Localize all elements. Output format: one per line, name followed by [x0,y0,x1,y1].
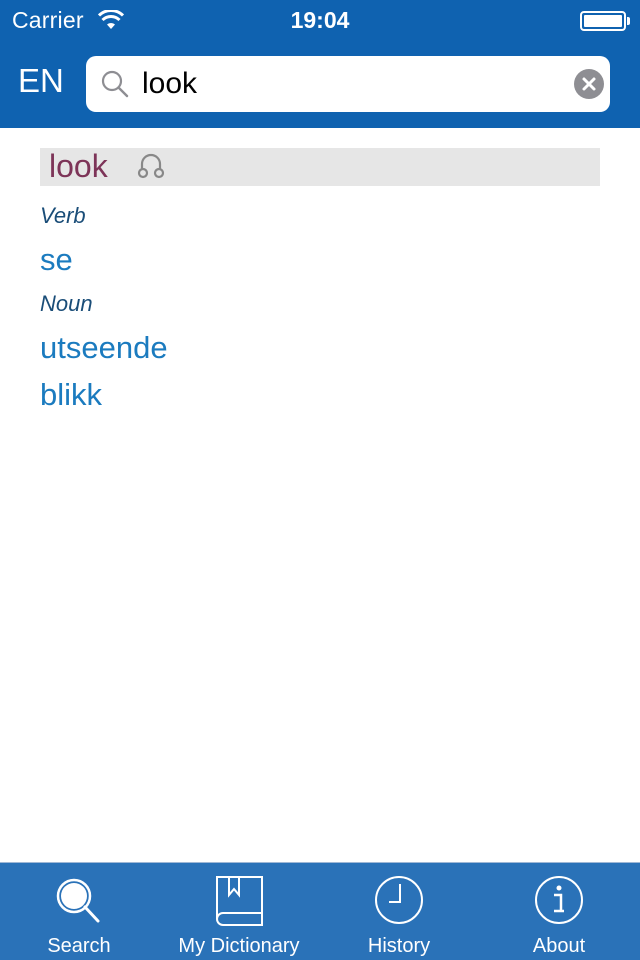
translation-link[interactable]: utseende [40,330,168,366]
entry-header: look [40,148,600,186]
clear-search-button[interactable] [574,69,604,99]
part-of-speech-label: Verb [40,203,86,228]
battery-nub [627,17,630,25]
search-icon [56,878,100,923]
clear-circle-x-icon [582,77,596,91]
tab-label: About [532,935,586,957]
tab-label: History [367,935,431,957]
headphones-icon[interactable] [137,152,165,180]
status-time: 19:04 [290,7,350,33]
search-field[interactable] [86,56,610,112]
translation-link[interactable]: se [40,242,73,278]
tab-label: Search [47,935,111,957]
tab-bar: Search My Dictionary History About [0,862,640,960]
tab-about[interactable]: About [499,863,619,960]
tab-history[interactable]: History [339,863,459,960]
headword: look [49,148,108,184]
part-of-speech-label: Noun [40,291,93,316]
info-icon [535,876,583,924]
battery-icon [580,11,626,31]
status-bar: Carrier 19:04 [0,0,640,40]
tab-label: My Dictionary [178,935,300,957]
dictionary-entry: look Verb se Noun utseende blikk [40,148,600,412]
app-header: Carrier 19:04 EN [0,0,640,128]
tab-search[interactable]: Search [19,863,139,960]
clock-icon [375,876,423,924]
translation-link[interactable]: blikk [40,377,102,413]
tab-my-dictionary[interactable]: My Dictionary [159,863,319,960]
bookmarked-book-icon [216,876,263,926]
magnifier-icon [101,70,129,98]
search-input[interactable] [142,64,562,104]
language-selector[interactable]: EN [18,62,64,100]
